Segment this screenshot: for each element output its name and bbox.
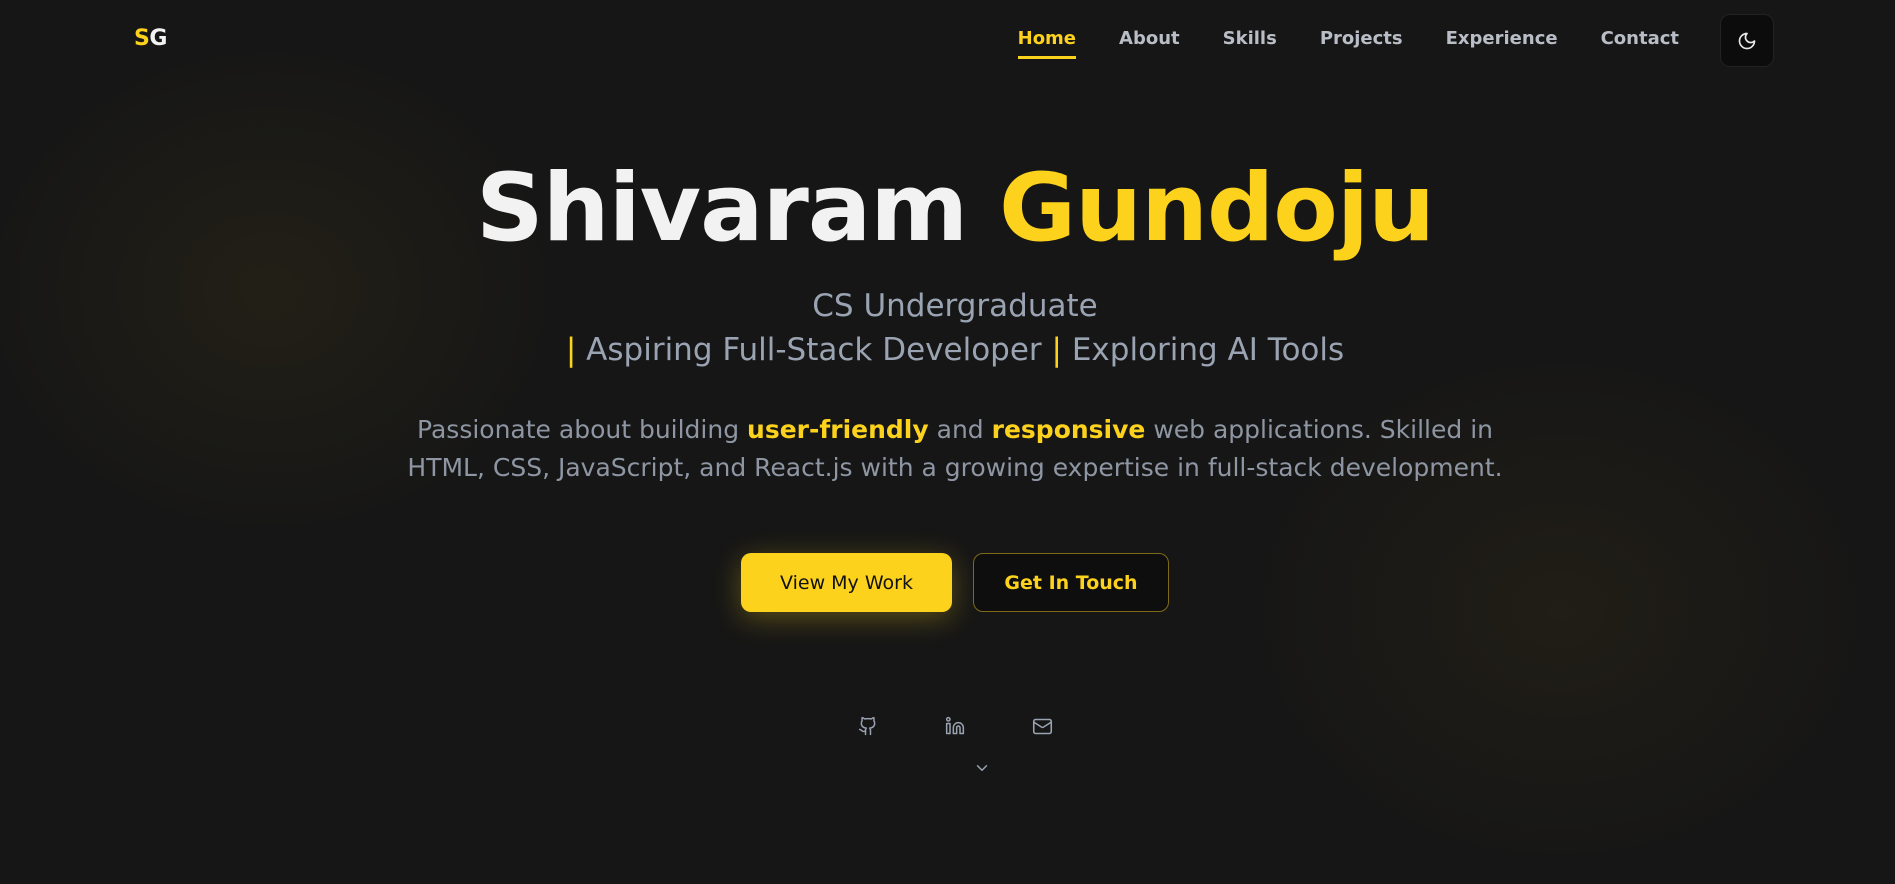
mail-icon[interactable] bbox=[1029, 713, 1055, 739]
desc-highlight-user-friendly: user-friendly bbox=[747, 415, 929, 444]
main-nav: Home About Skills Projects Experience Co… bbox=[1017, 28, 1679, 59]
nav-home[interactable]: Home bbox=[1017, 28, 1077, 59]
view-my-work-button[interactable]: View My Work bbox=[741, 553, 952, 612]
github-icon[interactable] bbox=[855, 713, 881, 739]
hero-last-name: Gundoju bbox=[999, 154, 1435, 263]
separator-bar: | bbox=[1051, 332, 1062, 368]
role-1: Aspiring Full-Stack Developer bbox=[586, 332, 1042, 368]
hero-description: Passionate about building user-friendly … bbox=[0, 411, 1895, 487]
theme-toggle-button[interactable] bbox=[1720, 14, 1774, 67]
description-line-2: HTML, CSS, JavaScript, and React.js with… bbox=[407, 453, 1503, 482]
get-in-touch-button[interactable]: Get In Touch bbox=[973, 553, 1169, 612]
nav-experience[interactable]: Experience bbox=[1446, 28, 1558, 59]
subtitle-line-2: | Aspiring Full-Stack Developer | Explor… bbox=[0, 328, 1895, 372]
desc-highlight-responsive: responsive bbox=[991, 415, 1146, 444]
description-line-1: Passionate about building user-friendly … bbox=[0, 411, 1895, 449]
nav-about[interactable]: About bbox=[1119, 28, 1180, 59]
nav-skills[interactable]: Skills bbox=[1223, 28, 1277, 59]
separator-bar: | bbox=[565, 332, 577, 368]
linkedin-icon[interactable] bbox=[942, 713, 968, 739]
subtitle-line-1: CS Undergraduate bbox=[812, 288, 1098, 324]
moon-icon bbox=[1737, 31, 1757, 51]
logo[interactable]: SG bbox=[134, 26, 167, 51]
chevron-down-icon[interactable] bbox=[971, 757, 993, 779]
hero-first-name: Shivaram bbox=[475, 154, 968, 263]
desc-text: web applications. Skilled in bbox=[1153, 415, 1493, 444]
hero-name: Shivaram Gundoju bbox=[0, 150, 1895, 268]
hero-subtitle: CS Undergraduate | Aspiring Full-Stack D… bbox=[0, 284, 1895, 372]
role-2: Exploring AI Tools bbox=[1071, 332, 1345, 368]
desc-text: Passionate about building bbox=[417, 415, 740, 444]
page: SG Home About Skills Projects Experience… bbox=[0, 0, 1895, 884]
desc-text: and bbox=[936, 415, 984, 444]
logo-letter-s: S bbox=[134, 26, 150, 51]
logo-letter-g: G bbox=[149, 26, 167, 51]
nav-projects[interactable]: Projects bbox=[1320, 28, 1403, 59]
nav-contact[interactable]: Contact bbox=[1601, 28, 1679, 59]
